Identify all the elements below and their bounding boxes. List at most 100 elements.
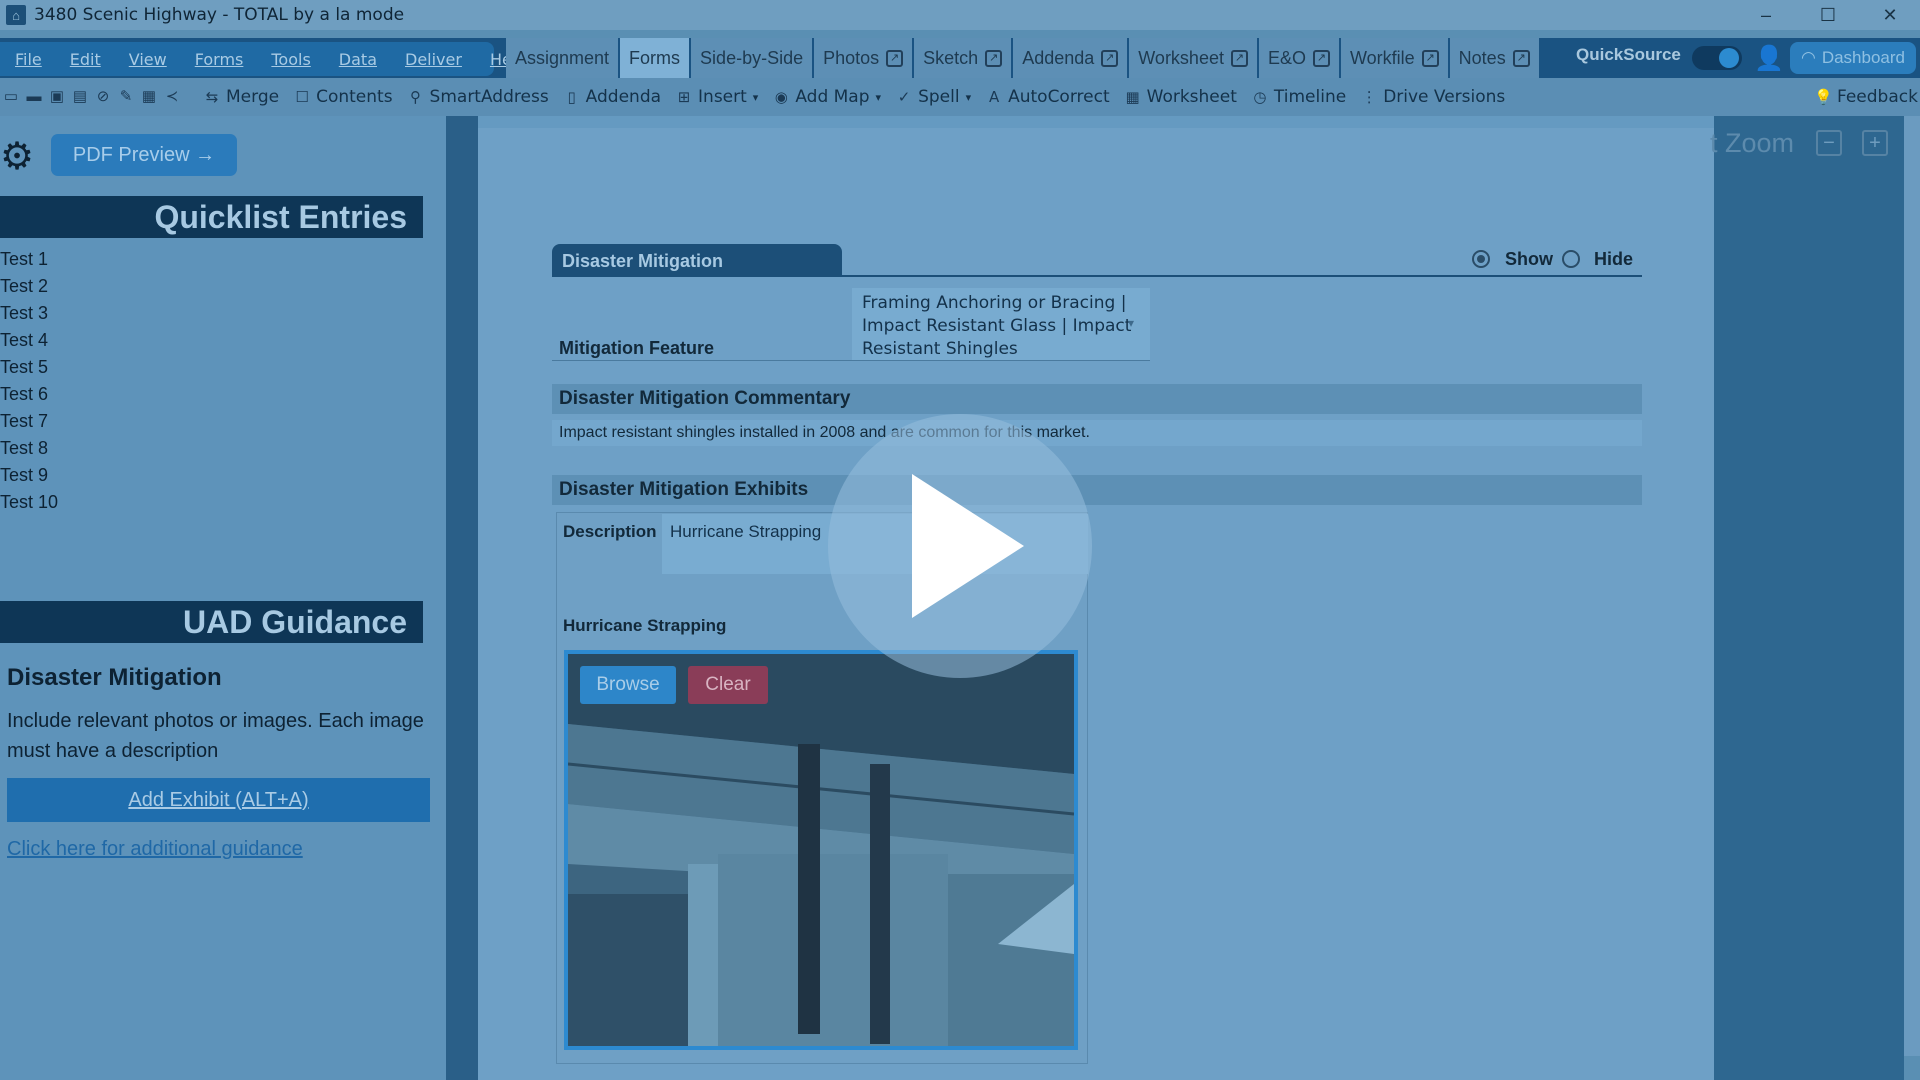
list-item[interactable]: Test 5 (0, 354, 58, 381)
splitter[interactable] (446, 116, 478, 1080)
autocorrect-button[interactable]: A AutoCorrect (985, 87, 1110, 107)
open-folder-icon[interactable]: ▬ (25, 88, 43, 106)
additional-guidance-link[interactable]: Click here for additional guidance (7, 838, 303, 861)
hide-label: Hide (1594, 249, 1634, 269)
list-item[interactable]: Test 2 (0, 273, 58, 300)
popout-icon[interactable]: ↗ (1512, 49, 1530, 67)
dashboard-icon: ◠ (1800, 48, 1816, 67)
menu-deliver[interactable]: Deliver (405, 50, 462, 69)
spell-check-icon: ✓ (897, 88, 911, 106)
tab-notes[interactable]: Notes ↗ (1449, 38, 1541, 78)
play-icon[interactable] (912, 474, 1024, 618)
dashboard-button[interactable]: ◠ Dashboard (1790, 42, 1916, 74)
browse-button[interactable]: Browse (580, 666, 676, 704)
gear-icon[interactable]: ⚙ (0, 134, 34, 179)
feedback-button[interactable]: 💡 Feedback (1814, 87, 1918, 107)
tab-workfile[interactable]: Workfile ↗ (1340, 38, 1450, 78)
pen-icon[interactable]: ✎ (117, 88, 135, 106)
show-radio[interactable] (1472, 250, 1490, 268)
clear-button[interactable]: Clear (688, 666, 768, 704)
commentary-field[interactable]: Impact resistant shingles installed in 2… (552, 420, 1642, 446)
insert-button[interactable]: ⊞ Insert ▾ (675, 87, 759, 107)
popout-icon[interactable]: ↗ (1421, 49, 1439, 67)
window-title: 3480 Scenic Highway - TOTAL by a la mode (34, 5, 405, 25)
smartaddress-button[interactable]: ⚲ SmartAddress (407, 87, 549, 107)
tab-worksheet[interactable]: Worksheet ↗ (1129, 38, 1259, 78)
sign-icon[interactable]: ⊘ (94, 88, 112, 106)
uad-guidance-header: UAD Guidance (0, 601, 423, 643)
save-icon[interactable]: ▣ (48, 88, 66, 106)
minimize-icon[interactable]: – (1736, 0, 1796, 30)
share-icon[interactable]: ≺ (163, 88, 181, 106)
merge-icon: ⇆ (205, 88, 219, 106)
vertical-scrollbar[interactable] (1904, 116, 1920, 1056)
mitigation-feature-label: Mitigation Feature (559, 338, 715, 358)
autocorrect-label: AutoCorrect (1008, 87, 1110, 107)
pin-icon: ⚲ (410, 88, 422, 106)
dashboard-label: Dashboard (1821, 48, 1905, 67)
globe-icon: ◉ (774, 88, 788, 106)
tab-label: Forms (629, 47, 681, 68)
tab-sketch[interactable]: Sketch ↗ (914, 38, 1014, 78)
popout-icon[interactable]: ↗ (1101, 49, 1119, 67)
spell-button[interactable]: ✓ Spell ▾ (895, 87, 971, 107)
tab-addenda[interactable]: Addenda ↗ (1013, 38, 1130, 78)
contents-button[interactable]: ☐ Contents (293, 87, 392, 107)
worksheet-button[interactable]: ▦ Worksheet (1124, 87, 1237, 107)
list-item[interactable]: Test 7 (0, 408, 58, 435)
lightbulb-icon: 💡 (1814, 88, 1833, 106)
quicksource-toggle[interactable] (1692, 46, 1742, 70)
addenda-button[interactable]: ▯ Addenda (563, 87, 662, 107)
pdf-preview-button[interactable]: PDF Preview → (51, 134, 237, 176)
drive-versions-button[interactable]: ⋮ Drive Versions (1360, 87, 1506, 107)
menu-file[interactable]: File (15, 50, 42, 69)
add-map-button[interactable]: ◉ Add Map ▾ (772, 87, 881, 107)
feedback-label: Feedback (1837, 87, 1918, 107)
document-icon: ▯ (567, 88, 576, 106)
list-item[interactable]: Test 9 (0, 462, 58, 489)
zoom-out-button[interactable]: − (1816, 130, 1842, 156)
maximize-icon[interactable]: ☐ (1798, 0, 1858, 30)
list-item[interactable]: Test 8 (0, 435, 58, 462)
tab-side-by-side[interactable]: Side-by-Side (691, 38, 815, 78)
spell-label: Spell (918, 87, 960, 107)
mitigation-feature-select[interactable]: Framing Anchoring or Bracing | Impact Re… (852, 288, 1150, 360)
tab-eo[interactable]: E&O ↗ (1258, 38, 1341, 78)
tab-label: Assignment (515, 47, 610, 68)
list-item[interactable]: Test 10 (0, 489, 58, 516)
popout-icon[interactable]: ↗ (886, 49, 904, 67)
user-icon[interactable]: 👤 (1754, 44, 1784, 72)
tab-label: Addenda (1022, 47, 1095, 68)
timeline-button[interactable]: ◷ Timeline (1251, 87, 1346, 107)
clock-icon: ◷ (1253, 88, 1267, 106)
zoom-in-button[interactable]: + (1862, 130, 1888, 156)
list-item[interactable]: Test 6 (0, 381, 58, 408)
popout-icon[interactable]: ↗ (1312, 49, 1330, 67)
merge-button[interactable]: ⇆ Merge (203, 87, 279, 107)
section-title: Disaster Mitigation (552, 244, 842, 276)
exhibits-header: Disaster Mitigation Exhibits (552, 475, 1642, 505)
hide-radio[interactable] (1562, 250, 1580, 268)
tab-label: E&O (1267, 47, 1306, 68)
popout-icon[interactable]: ↗ (985, 49, 1003, 67)
tab-photos[interactable]: Photos ↗ (814, 38, 915, 78)
menu-edit[interactable]: Edit (70, 50, 101, 69)
chevron-down-icon[interactable]: ▾ (1128, 316, 1134, 330)
print-icon[interactable]: ▤ (71, 88, 89, 106)
stamp-icon[interactable]: ▦ (140, 88, 158, 106)
popout-icon[interactable]: ↗ (1230, 49, 1248, 67)
close-icon[interactable]: ✕ (1860, 0, 1920, 30)
list-item[interactable]: Test 3 (0, 300, 58, 327)
show-label: Show (1505, 249, 1553, 269)
new-file-icon[interactable]: ▭ (2, 88, 20, 106)
list-item[interactable]: Test 1 (0, 246, 58, 273)
menu-tools[interactable]: Tools (271, 50, 310, 69)
menu-view[interactable]: View (129, 50, 167, 69)
tab-forms[interactable]: Forms (620, 38, 692, 78)
menu-forms[interactable]: Forms (195, 50, 244, 69)
add-exhibit-button[interactable]: Add Exhibit (ALT+A) (7, 778, 430, 822)
tab-assignment[interactable]: Assignment (506, 38, 621, 78)
app-icon: ⌂ (6, 5, 26, 25)
menu-data[interactable]: Data (339, 50, 377, 69)
list-item[interactable]: Test 4 (0, 327, 58, 354)
